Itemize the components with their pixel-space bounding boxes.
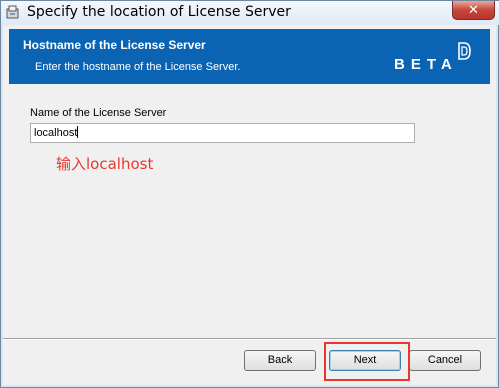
footer-divider <box>3 338 496 340</box>
back-button[interactable]: Back <box>244 350 316 371</box>
beta-logo: BETA <box>394 39 484 79</box>
window-title: Specify the location of License Server <box>27 4 291 20</box>
banner-subtitle: Enter the hostname of the License Server… <box>35 61 241 73</box>
banner-title: Hostname of the License Server <box>23 38 206 52</box>
close-button[interactable]: ✕ <box>452 1 495 20</box>
close-icon[interactable]: ✕ <box>468 2 479 17</box>
next-highlight-box <box>324 342 410 381</box>
logo-text: BETA <box>394 56 458 73</box>
installer-window: Specify the location of License Server ✕… <box>0 0 499 388</box>
header-banner: Hostname of the License Server Enter the… <box>9 29 490 84</box>
dialog-client-area: Hostname of the License Server Enter the… <box>3 25 496 385</box>
server-name-label: Name of the License Server <box>30 107 167 119</box>
title-bar[interactable]: Specify the location of License Server ✕ <box>1 1 499 25</box>
instruction-annotation: 输入localhost <box>56 155 154 173</box>
cancel-button[interactable]: Cancel <box>409 350 481 371</box>
beta-d-logo-icon <box>456 41 472 61</box>
server-name-value[interactable]: localhost <box>34 127 77 139</box>
server-name-input[interactable]: localhost <box>30 123 415 143</box>
installer-icon <box>5 4 21 20</box>
text-caret <box>77 126 79 138</box>
